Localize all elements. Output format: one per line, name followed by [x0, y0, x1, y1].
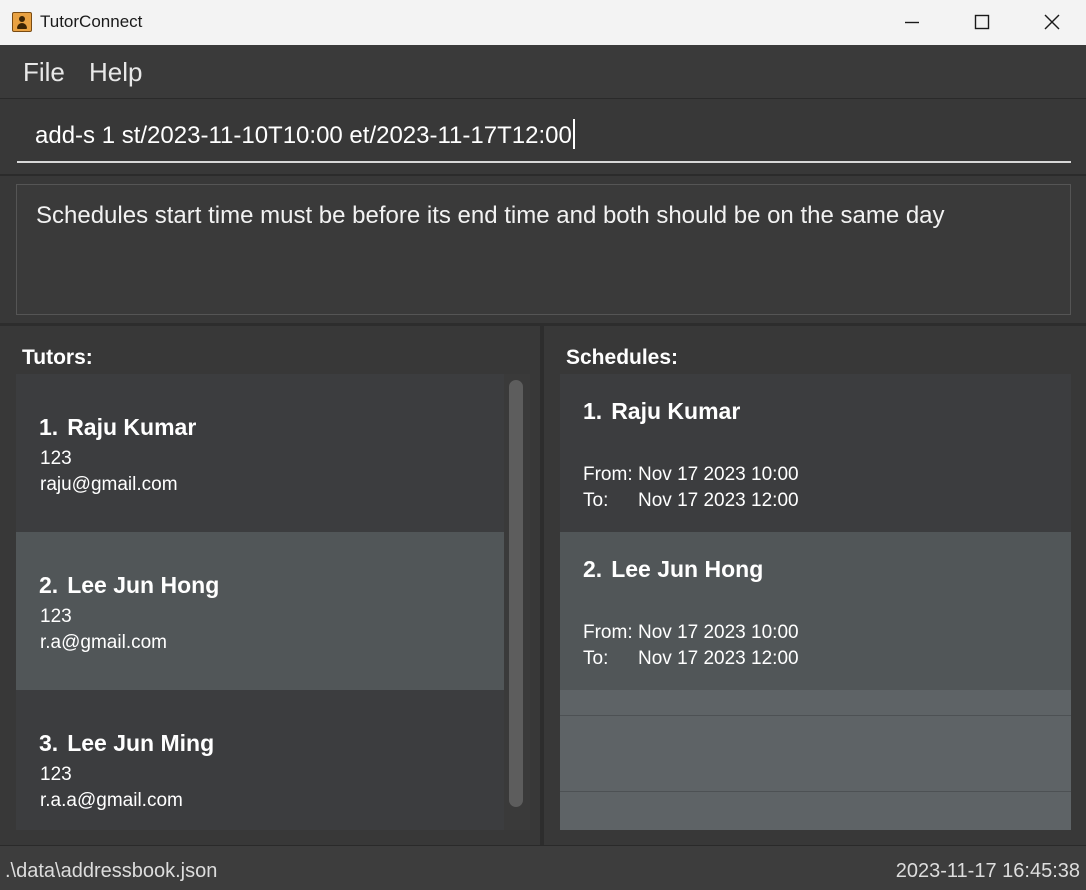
schedule-card[interactable]: 2. Lee Jun Hong From: Nov 17 2023 10:00 To… — [560, 532, 1071, 690]
last-updated-timestamp: 2023-11-17 16:45:38 — [895, 860, 1080, 882]
tutor-email: raju@gmail.com — [40, 474, 178, 495]
tutor-name: 3. Lee Jun Ming — [39, 730, 215, 756]
window-title: TutorConnect — [40, 12, 143, 31]
tutors-heading: Tutors: — [22, 346, 93, 369]
tutor-name: 2. Lee Jun Hong — [39, 572, 220, 598]
minimize-button[interactable] — [877, 0, 947, 45]
maximize-button[interactable] — [947, 0, 1017, 45]
close-button[interactable] — [1017, 0, 1086, 45]
tutor-email: r.a.a@gmail.com — [40, 790, 183, 811]
tutor-email: r.a@gmail.com — [40, 632, 167, 653]
title-bar: TutorConnect — [0, 0, 1086, 45]
result-message: Schedules start time must be before its … — [36, 202, 945, 229]
schedule-tutor-name: 1. Raju Kumar — [583, 398, 741, 424]
empty-list-row — [560, 690, 1071, 716]
tutor-card[interactable]: 1. Raju Kumar 123 raju@gmail.com — [16, 374, 504, 532]
tutor-card[interactable]: 3. Lee Jun Ming 123 r.a.a@gmail.com — [16, 690, 504, 830]
schedule-to: To: Nov 17 2023 12:00 — [583, 648, 799, 669]
result-display: Schedules start time must be before its … — [16, 184, 1071, 315]
menu-file[interactable]: File — [23, 57, 65, 87]
schedule-tutor-name: 2. Lee Jun Hong — [583, 556, 764, 582]
schedule-from: From: Nov 17 2023 10:00 — [583, 622, 799, 643]
command-input-value: add-s 1 st/2023-11-10T10:00 et/2023-11-1… — [35, 122, 572, 149]
app-icon — [12, 12, 32, 32]
maximize-icon — [974, 14, 990, 30]
schedule-from: From: Nov 17 2023 10:00 — [583, 464, 799, 485]
tutor-scrollbar-thumb[interactable] — [509, 380, 523, 807]
command-input[interactable]: add-s 1 st/2023-11-10T10:00 et/2023-11-1… — [17, 110, 1071, 163]
tutor-name: 1. Raju Kumar — [39, 414, 197, 440]
status-bar: .\data\addressbook.json 2023-11-17 16:45… — [0, 845, 1086, 890]
split-pane-divider[interactable] — [540, 326, 544, 845]
schedule-to: To: Nov 17 2023 12:00 — [583, 490, 799, 511]
schedule-card[interactable]: 1. Raju Kumar From: Nov 17 2023 10:00 To: N… — [560, 374, 1071, 532]
tutor-phone: 123 — [40, 448, 72, 469]
text-caret — [572, 119, 575, 149]
close-icon — [1044, 14, 1060, 30]
minimize-icon — [905, 21, 919, 24]
menu-help[interactable]: Help — [89, 57, 142, 87]
tutor-card-selected[interactable]: 2. Lee Jun Hong 123 r.a@gmail.com — [16, 532, 504, 690]
menu-bar: File Help — [0, 45, 1086, 99]
tutor-list: 1. Raju Kumar 123 raju@gmail.com 2. Lee Ju… — [16, 374, 504, 830]
schedules-heading: Schedules: — [566, 346, 679, 369]
schedule-list: 1. Raju Kumar From: Nov 17 2023 10:00 To: N… — [560, 374, 1071, 830]
empty-list-row — [560, 716, 1071, 792]
data-file-path: .\data\addressbook.json — [5, 860, 218, 882]
tutor-phone: 123 — [40, 606, 72, 627]
tutor-phone: 123 — [40, 764, 72, 785]
